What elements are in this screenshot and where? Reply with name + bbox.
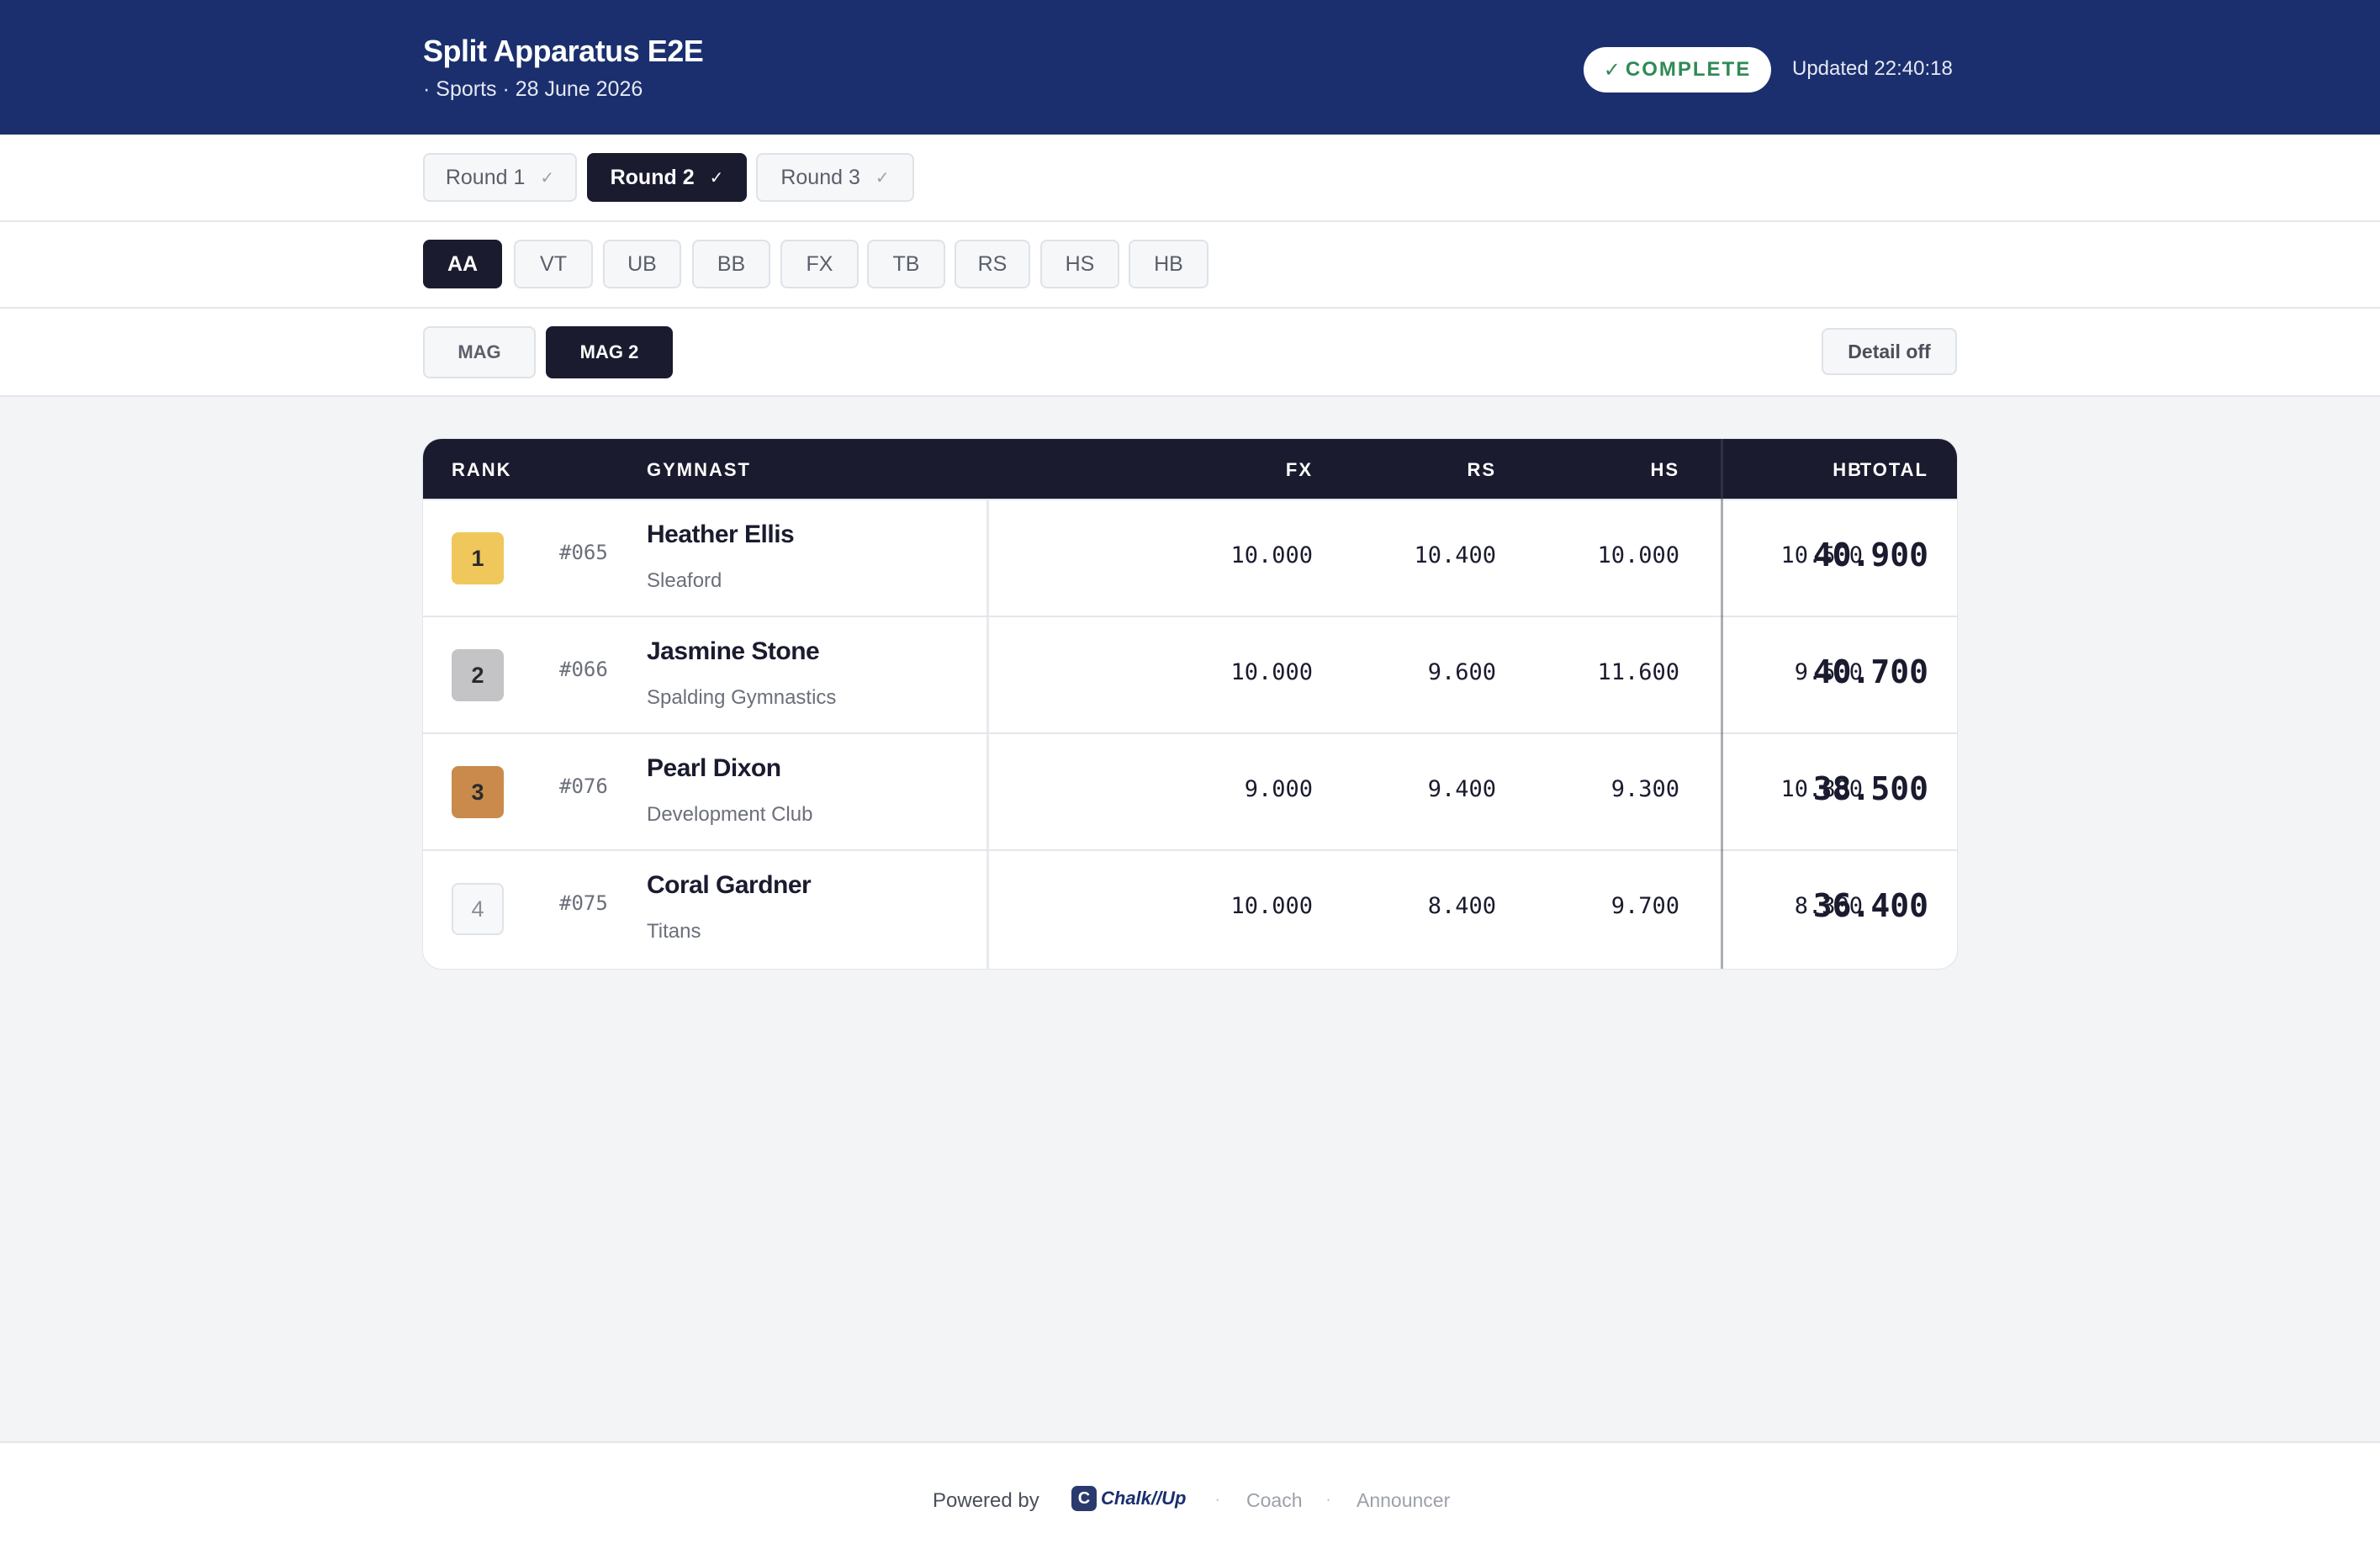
bib-number: #065 (559, 541, 608, 564)
gymnast-name: Pearl Dixon (647, 754, 781, 782)
bib-number: #076 (559, 774, 608, 798)
event-title: Split Apparatus E2E (423, 34, 704, 68)
footer: Powered by C Chalk//Up · Coach · Announc… (0, 1441, 2380, 1554)
tab-apparatus-rs[interactable]: RS (955, 240, 1030, 288)
rank-badge: 3 (452, 766, 504, 818)
gymnast-name: Coral Gardner (647, 871, 812, 899)
check-icon: ✓ (709, 168, 724, 188)
header-rank: RANK (452, 459, 512, 480)
tab-round-1[interactable]: Round 1 ✓ (423, 153, 577, 202)
rank-badge: 1 (452, 532, 504, 584)
score-fx: 10.000 (1230, 542, 1313, 568)
tab-label: Round 2 (610, 165, 695, 189)
table-header: RANK GYMNAST FX RS HS HB TOTAL (423, 439, 1957, 499)
rank-badge: 2 (452, 649, 504, 701)
separator-dot: · (1214, 1488, 1221, 1509)
gymnast-club: Spalding Gymnastics (647, 686, 837, 709)
tab-category-mag[interactable]: MAG (423, 326, 536, 378)
tab-round-2[interactable]: Round 2 ✓ (587, 153, 747, 202)
score-total: 40.900 (1812, 536, 1928, 574)
detail-toggle-button[interactable]: Detail off (1822, 328, 1957, 375)
bib-number: #075 (559, 891, 608, 915)
table-row[interactable]: 4 #075 Coral Gardner Titans 10.000 8.400… (423, 849, 1957, 966)
score-rs: 9.600 (1427, 659, 1496, 685)
tab-apparatus-bb[interactable]: BB (692, 240, 770, 288)
tab-apparatus-vt[interactable]: VT (514, 240, 593, 288)
status-label: COMPLETE (1625, 58, 1752, 81)
tab-apparatus-aa[interactable]: AA (423, 240, 502, 288)
separator-dot: · (1325, 1488, 1332, 1509)
apparatus-tabs: AA VT UB BB FX TB RS HS HB (0, 222, 2380, 309)
header-fx: FX (1285, 459, 1313, 480)
table-row[interactable]: 1 #065 Heather Ellis Sleaford 10.000 10.… (423, 499, 1957, 616)
round-tabs: Round 1 ✓ Round 2 ✓ Round 3 ✓ (0, 135, 2380, 222)
updated-timestamp: Updated 22:40:18 (1792, 57, 1953, 80)
tab-apparatus-ub[interactable]: UB (603, 240, 681, 288)
tab-round-3[interactable]: Round 3 ✓ (756, 153, 914, 202)
table-row[interactable]: 2 #066 Jasmine Stone Spalding Gymnastics… (423, 616, 1957, 732)
tab-apparatus-tb[interactable]: TB (867, 240, 945, 288)
score-fx: 10.000 (1230, 659, 1313, 685)
score-rs: 10.400 (1414, 542, 1496, 568)
tab-apparatus-fx[interactable]: FX (780, 240, 859, 288)
score-fx: 9.000 (1244, 776, 1313, 802)
tab-apparatus-hs[interactable]: HS (1040, 240, 1119, 288)
gymnast-club: Titans (647, 920, 701, 943)
tab-category-mag-2[interactable]: MAG 2 (546, 326, 673, 378)
table-row[interactable]: 3 #076 Pearl Dixon Development Club 9.00… (423, 732, 1957, 849)
chalkup-logo-text: Chalk//Up (1101, 1488, 1187, 1509)
header-hs: HS (1650, 459, 1679, 480)
score-fx: 10.000 (1230, 893, 1313, 919)
chalkup-logo-icon: C (1071, 1486, 1097, 1511)
status-badge: ✓ COMPLETE (1584, 47, 1771, 92)
header-gymnast: GYMNAST (647, 459, 751, 480)
score-total: 36.400 (1812, 887, 1928, 924)
score-total: 38.500 (1812, 770, 1928, 807)
bib-number: #066 (559, 658, 608, 681)
header-total: TOTAL (1859, 459, 1928, 480)
powered-by-label: Powered by (933, 1489, 1039, 1512)
tab-apparatus-hb[interactable]: HB (1129, 240, 1209, 288)
check-icon: ✓ (540, 168, 555, 188)
gymnast-club: Sleaford (647, 569, 722, 592)
gymnast-name: Heather Ellis (647, 521, 795, 548)
check-icon: ✓ (1603, 58, 1621, 82)
category-tabs: MAG MAG 2 Detail off (0, 309, 2380, 397)
chalkup-logo[interactable]: C Chalk//Up (1071, 1486, 1186, 1511)
event-subtitle: · Sports · 28 June 2026 (423, 77, 643, 101)
gymnast-club: Development Club (647, 803, 813, 826)
score-rs: 8.400 (1427, 893, 1496, 919)
gymnast-name: Jasmine Stone (647, 637, 820, 665)
results-table: RANK GYMNAST FX RS HS HB TOTAL 1 #065 He… (423, 439, 1957, 969)
rank-badge: 4 (452, 883, 504, 935)
check-icon: ✓ (875, 168, 890, 188)
tab-label: Round 1 (445, 165, 526, 189)
coach-link[interactable]: Coach (1246, 1489, 1302, 1512)
score-rs: 9.400 (1427, 776, 1496, 802)
event-header: Split Apparatus E2E · Sports · 28 June 2… (0, 0, 2380, 135)
score-total: 40.700 (1812, 653, 1928, 690)
total-column-divider (1721, 439, 1723, 969)
header-rs: RS (1467, 459, 1496, 480)
tab-label: Round 3 (780, 165, 860, 189)
announcer-link[interactable]: Announcer (1357, 1489, 1450, 1512)
